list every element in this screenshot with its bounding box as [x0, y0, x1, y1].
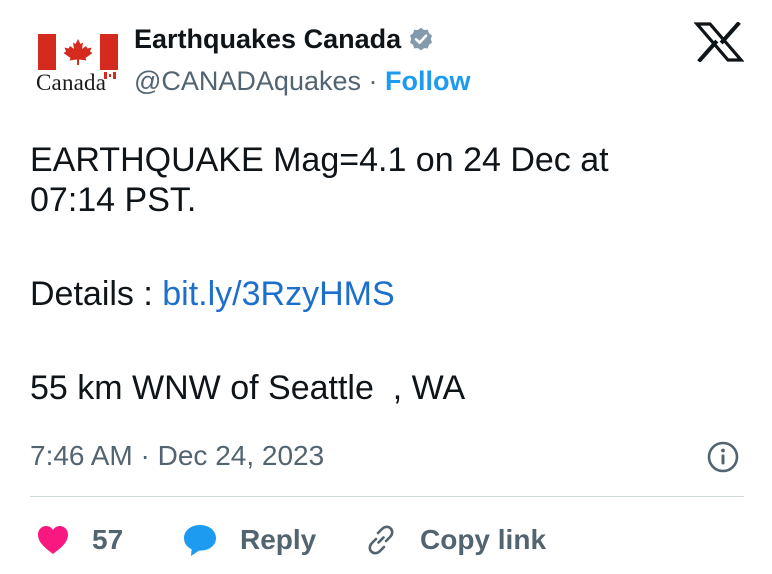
like-count: 57 — [92, 524, 124, 555]
copy-link-button[interactable]: Copy link — [364, 520, 546, 560]
author-handle-row: @CANADAquakes · Follow — [134, 66, 470, 97]
tweet-timestamp[interactable]: 7:46 AM · Dec 24, 2023 — [30, 440, 324, 472]
tweet-line-1: EARTHQUAKE Mag=4.1 on 24 Dec at — [30, 141, 609, 179]
tweet-details-line: Details : bit.ly/3RzyHMS — [30, 274, 740, 314]
author-name-row: Earthquakes Canada — [134, 24, 435, 55]
like-button[interactable]: 57 — [36, 520, 123, 560]
details-prefix: Details : — [30, 275, 163, 313]
tweet-embed-card: Canada Earthquakes Canada @CANADAquakes … — [0, 0, 772, 574]
author-handle[interactable]: @CANADAquakes — [134, 66, 361, 96]
speech-bubble-icon — [184, 525, 216, 556]
heart-icon — [38, 526, 68, 554]
follow-button[interactable]: Follow — [385, 66, 470, 96]
canada-flag-icon — [38, 34, 118, 70]
x-logo-icon[interactable] — [694, 22, 744, 62]
reply-label: Reply — [240, 524, 317, 555]
tweet-time: 7:46 AM — [30, 440, 133, 471]
author-display-name[interactable]: Earthquakes Canada — [134, 24, 401, 55]
tweet-line-2: 07:14 PST. — [30, 181, 197, 219]
reply-button[interactable]: Reply — [182, 520, 316, 560]
details-link[interactable]: bit.ly/3RzyHMS — [162, 275, 394, 313]
canada-wordmark: Canada — [36, 70, 107, 95]
divider — [30, 496, 744, 497]
tweet-text: EARTHQUAKE Mag=4.1 on 24 Dec at 07:14 PS… — [30, 140, 740, 408]
verified-badge-icon — [410, 27, 433, 50]
tweet-date: Dec 24, 2023 — [157, 440, 325, 471]
copy-link-label: Copy link — [420, 524, 547, 555]
link-icon — [368, 525, 394, 555]
canada-wordmark-flag-icon — [104, 72, 116, 79]
author-avatar[interactable]: Canada — [30, 22, 126, 100]
timestamp-separator: · — [132, 440, 158, 471]
info-icon[interactable] — [706, 440, 740, 474]
handle-separator: · — [361, 66, 385, 96]
tweet-location-line: 55 km WNW of Seattle , WA — [30, 369, 466, 407]
tweet-actions: 57 Reply Copy link — [36, 520, 756, 560]
